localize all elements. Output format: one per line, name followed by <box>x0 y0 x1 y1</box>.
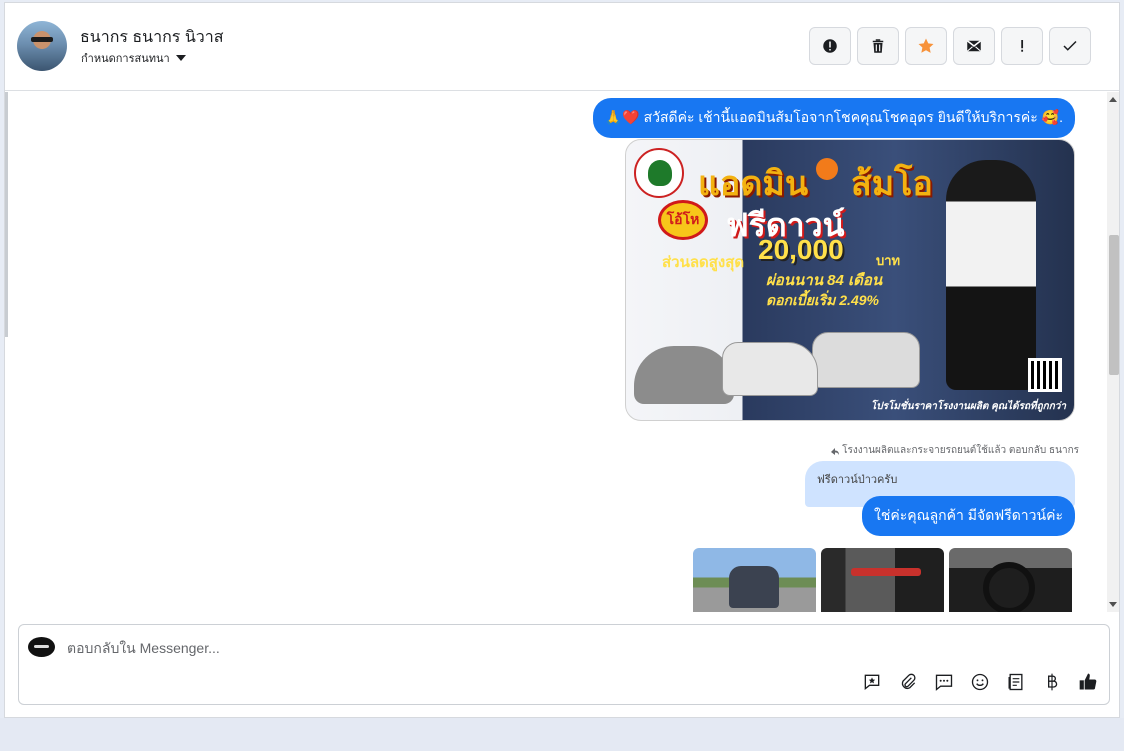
mark-done-button[interactable] <box>1049 27 1091 65</box>
thread-scrollbar[interactable] <box>1107 92 1119 612</box>
avatar[interactable] <box>17 21 67 71</box>
dealer-logo <box>634 148 684 198</box>
saved-reply-button[interactable] <box>861 671 883 693</box>
page-avatar <box>28 637 55 657</box>
header-actions <box>809 27 1091 65</box>
mail-icon <box>966 40 982 52</box>
promo-discount-amount: 20,000 <box>758 234 844 265</box>
spam-icon <box>823 39 837 53</box>
contact-name[interactable]: ธนากร ธนากร นิวาส <box>80 25 224 50</box>
saved-reply-icon <box>864 674 880 691</box>
reply-arrow-icon <box>831 447 840 455</box>
payment-button[interactable] <box>1041 671 1063 693</box>
message-bubble-greeting[interactable]: 🙏❤️ สวัสดีค่ะ เช้านี้แอดมินส้มโอจากโชคคุ… <box>592 98 1075 138</box>
notes-button[interactable] <box>1005 671 1027 693</box>
conversation-panel: ธนากร ธนากร นิวาส กำหนดการสนทนา 🙏❤️ สวัส… <box>4 2 1120 718</box>
caret-down-icon <box>175 55 186 61</box>
photo-car-door[interactable] <box>821 548 944 612</box>
attach-icon <box>901 673 916 689</box>
scroll-down-icon[interactable] <box>1109 602 1117 607</box>
like-button[interactable] <box>1077 671 1099 693</box>
divider <box>5 92 8 337</box>
mark-unread-button[interactable] <box>953 27 995 65</box>
promo-car-pickup <box>722 342 818 396</box>
promo-interest: ดอกเบี้ยเริ่ม 2.49% <box>766 292 879 308</box>
promo-installment: ผ่อนนาน 84 เดือน <box>766 272 883 289</box>
emoji-button[interactable] <box>969 671 991 693</box>
chat-button[interactable] <box>933 671 955 693</box>
promo-model <box>946 160 1036 390</box>
star-button[interactable] <box>905 27 947 65</box>
window-bottom-strip <box>0 718 1124 751</box>
promo-car-sedan <box>634 346 734 404</box>
chat-icon <box>935 674 953 691</box>
emoji-icon <box>971 673 989 691</box>
notes-icon <box>1008 673 1023 691</box>
star-icon <box>918 38 934 53</box>
conversation-label-dropdown[interactable]: กำหนดการสนทนา <box>81 49 186 67</box>
promo-car-pickup-cargo <box>812 332 920 388</box>
trash-icon <box>872 39 884 53</box>
composer-tools <box>861 671 1099 693</box>
delete-button[interactable] <box>857 27 899 65</box>
reply-context-text: โรงงานผลิตและกระจายรถยนต์ใช้แล้ว ตอบกลับ… <box>842 445 1079 456</box>
attach-button[interactable] <box>897 671 919 693</box>
conversation-label-text: กำหนดการสนทนา <box>81 53 170 65</box>
mark-spam-button[interactable] <box>809 27 851 65</box>
message-thread[interactable]: 🙏❤️ สวัสดีค่ะ เช้านี้แอดมินส้มโอจากโชคคุ… <box>5 92 1105 612</box>
promo-badge: โอ้โห <box>658 200 708 240</box>
reply-context-note: โรงงานผลิตและกระจายรถยนต์ใช้แล้ว ตอบกลับ… <box>830 443 1079 458</box>
promo-discount-label: ส่วนลดสูงสุด <box>662 254 745 271</box>
pomelo-icon <box>816 158 838 180</box>
photo-car-exterior[interactable] <box>693 548 816 612</box>
scroll-thumb[interactable] <box>1109 235 1119 375</box>
like-icon <box>1079 673 1097 690</box>
important-icon <box>1021 40 1024 52</box>
photo-car-dashboard[interactable] <box>949 548 1072 612</box>
check-icon <box>1063 40 1077 51</box>
qr-code <box>1028 358 1062 392</box>
conversation-header: ธนากร ธนากร นิวาส กำหนดการสนทนา <box>5 3 1119 91</box>
scroll-up-icon[interactable] <box>1109 97 1117 102</box>
message-bubble-reply[interactable]: ใช่ค่ะคุณลูกค้า มีจัดฟรีดาวน์ค่ะ <box>862 496 1075 536</box>
promo-image[interactable]: แอดมิน ส้มโอ โอ้โห ฟรีดาวน์ ส่วนลดสูงสุด… <box>625 139 1075 421</box>
reply-input[interactable] <box>67 637 767 659</box>
promo-footer: โปรโมชั่นราคาโรงงานผลิต คุณได้รถที่ถูกกว… <box>870 401 1066 412</box>
baht-icon <box>1048 673 1058 691</box>
mark-important-button[interactable] <box>1001 27 1043 65</box>
reply-composer <box>18 624 1110 705</box>
promo-title-right: ส้มโอ <box>851 165 933 203</box>
